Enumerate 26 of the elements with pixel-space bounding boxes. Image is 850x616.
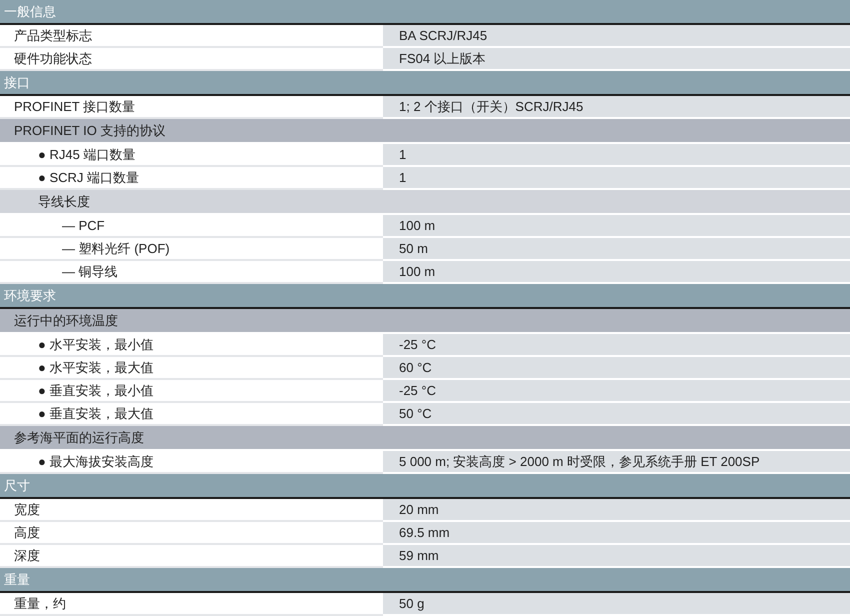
section-header: 重量 — [0, 568, 850, 593]
table-cell: 100 m — [383, 215, 850, 238]
table-cell: 50 m — [383, 238, 850, 261]
section-header: 尺寸 — [0, 474, 850, 499]
group-label: 导线长度 — [37, 192, 90, 211]
table-cell: 50 °C — [383, 403, 850, 426]
section-header: 接口 — [0, 71, 850, 96]
table-cell: FS04 以上版本 — [383, 48, 850, 71]
table-cell: 69.5 mm — [383, 522, 850, 545]
table-cell: 1 — [383, 167, 850, 190]
section-header: 一般信息 — [0, 0, 850, 25]
table-cell: -25 °C — [383, 334, 850, 357]
table-cell: -25 °C — [383, 380, 850, 403]
group-label: 参考海平面的运行高度 — [13, 428, 144, 447]
table-cell: 60 °C — [383, 357, 850, 380]
table-cell: 59 mm — [383, 545, 850, 568]
table-cell: 100 m — [383, 261, 850, 284]
table-cell: 1 — [383, 144, 850, 167]
group-label: PROFINET IO 支持的协议 — [13, 122, 166, 140]
table-cell: 1; 2 个接口（开关）SCRJ/RJ45 — [383, 96, 850, 119]
section-header: 环境要求 — [0, 284, 850, 309]
table-cell: 20 mm — [383, 499, 850, 522]
group-label: 运行中的环境温度 — [13, 312, 118, 330]
table-cell: BA SCRJ/RJ45 — [383, 25, 850, 48]
table-cell: 50 g — [383, 593, 850, 616]
table-cell: 5 000 m; 安装高度 > 2000 m 时受限，参见系统手册 ET 200SP — [383, 451, 850, 474]
